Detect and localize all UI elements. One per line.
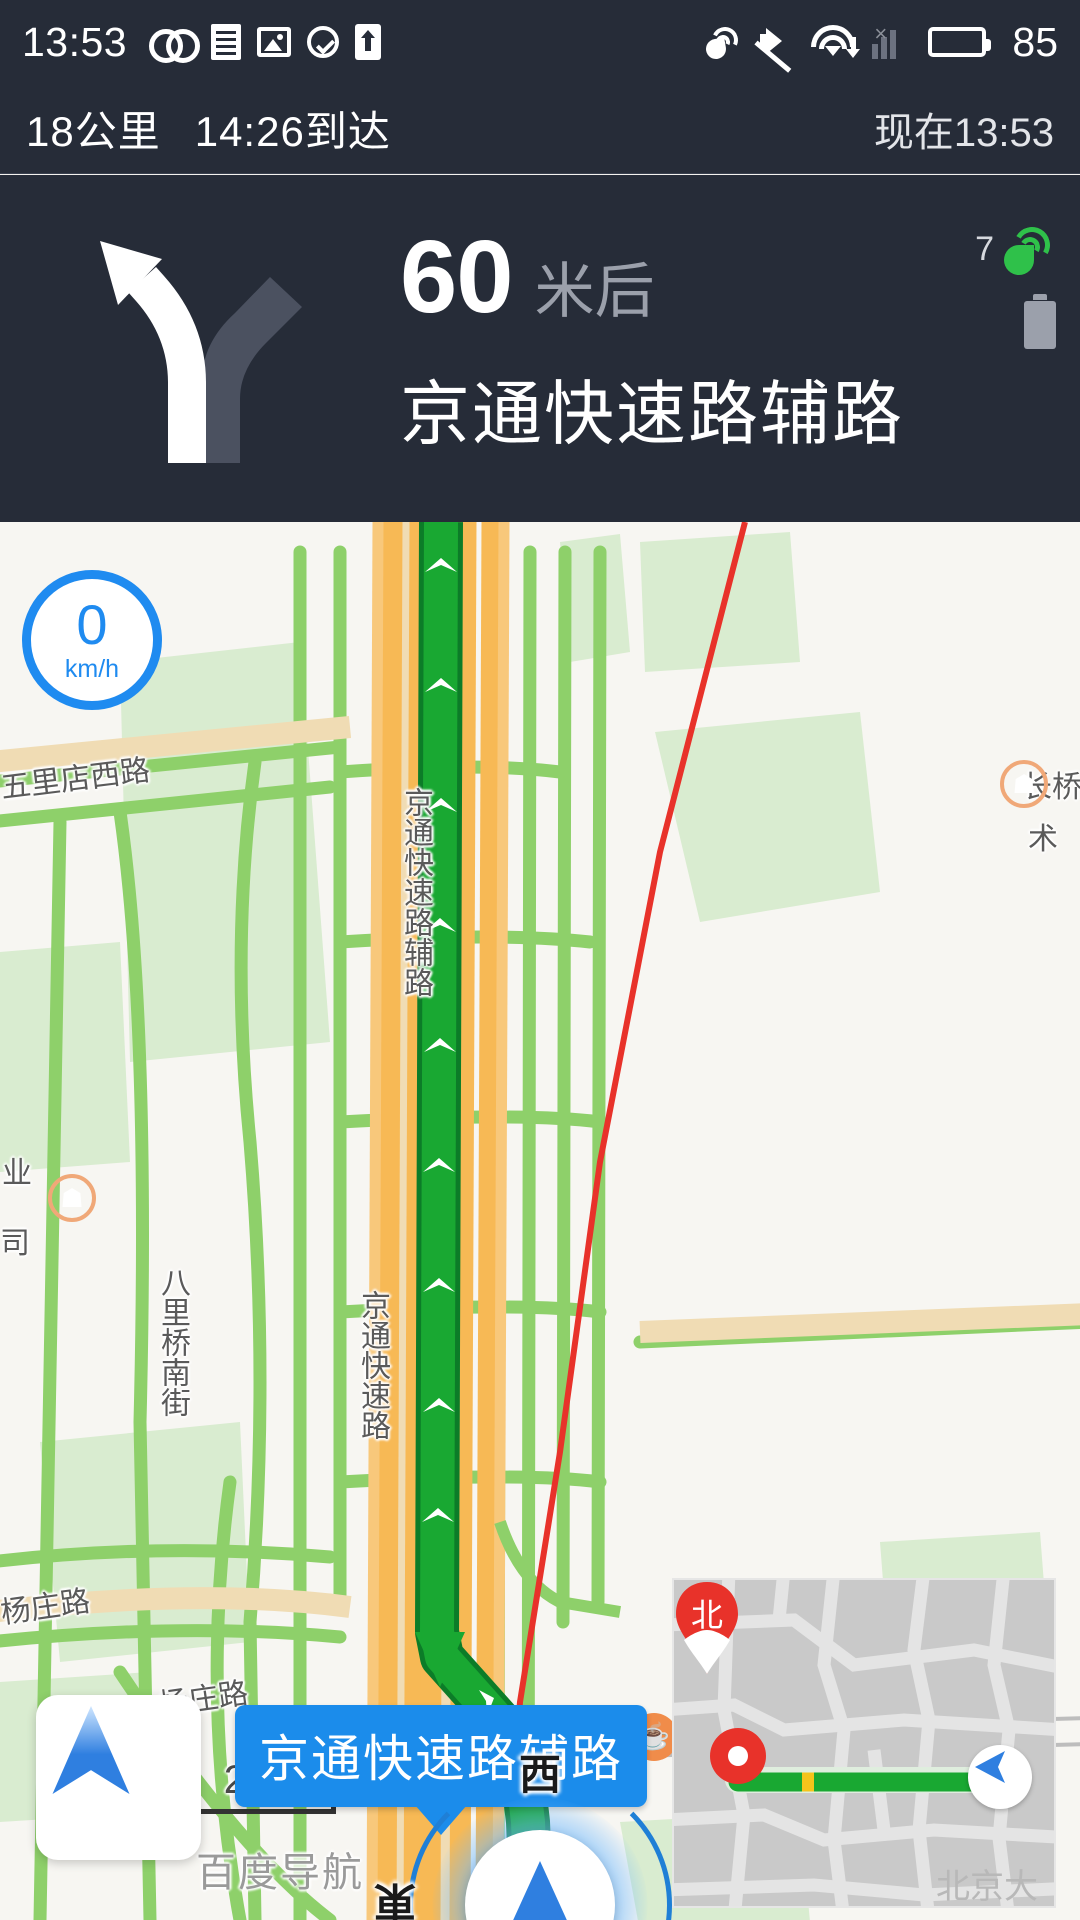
poi-circle-icon: ☗ — [48, 1174, 96, 1222]
map-label: 京通快速路辅路 — [399, 787, 432, 997]
eta-bar: 18公里 14:26到达 现在13:53 — [0, 84, 1080, 174]
map-canvas[interactable]: 五里店西路 京通快速路辅路 八里桥南街 京通快速路 杨庄路 杨庄路 业 司 长桥… — [0, 522, 1080, 1920]
maneuver-distance: 60 米后 — [400, 225, 904, 328]
map-label: 业 — [2, 1157, 32, 1190]
map-label: 司 — [0, 1227, 30, 1260]
distance-value: 60 — [400, 219, 514, 334]
compass-label-top: 西 — [518, 1751, 562, 1798]
remaining-distance-label: 18公里 — [26, 108, 161, 155]
poi-circle-icon: ☗ — [1000, 760, 1048, 808]
destination-marker — [710, 1728, 766, 1784]
recenter-button[interactable] — [36, 1695, 201, 1860]
north-compass-icon: 北 — [676, 1582, 738, 1674]
upload-icon — [355, 24, 382, 60]
next-road-name: 京通快速路辅路 — [400, 375, 904, 453]
satellite-signal-icon — [1004, 222, 1056, 275]
check-circle-icon — [307, 26, 340, 58]
device-battery-indicator — [936, 294, 1056, 349]
speed-indicator: 0 km/h — [22, 570, 162, 710]
maneuver-text: 60 米后 京通快速路辅路 — [400, 225, 904, 459]
speed-unit: km/h — [64, 654, 120, 683]
minimap-watermark: 北京大 — [936, 1868, 1038, 1906]
navigation-screen: 13:53 × 85 18公里 14:26到达 现在13:53 60 米后 京通… — [0, 0, 1080, 1920]
wifi-icon — [810, 25, 861, 59]
distance-unit: 米后 — [534, 258, 655, 325]
speed-value: 0 — [76, 592, 108, 656]
minimap-vehicle-marker — [968, 1745, 1032, 1809]
map-label: 京通快速路 — [356, 1290, 389, 1440]
arrival-time-label: 14:26到达 — [194, 108, 391, 155]
satellite-status[interactable]: 7 — [936, 222, 1056, 275]
satellite-count-label: 7 — [975, 229, 994, 268]
compass-label-left: 東 — [374, 1878, 417, 1920]
status-bar-notification-icons — [149, 24, 382, 63]
status-bar-system-icons: × 85 — [704, 18, 1058, 73]
route-overview-minimap[interactable]: 北 北京大 — [672, 1578, 1056, 1908]
gps-cast-icon — [704, 23, 743, 61]
svg-text:北: 北 — [691, 1597, 723, 1633]
bear-left-fork-icon — [100, 241, 302, 463]
navigation-arrow-icon — [52, 1706, 130, 1794]
map-label: 术 — [1028, 823, 1058, 856]
heading-arrow-icon — [513, 1861, 567, 1920]
poi-marker[interactable]: ☗ — [48, 1174, 96, 1222]
current-time-label: 现在13:53 — [873, 110, 1054, 155]
poi-marker[interactable]: ☗ — [1000, 760, 1048, 808]
status-bar-clock: 13:53 — [22, 18, 128, 65]
vehicle-position-marker: 西 北 東 — [374, 1745, 700, 1920]
document-icon — [211, 24, 242, 60]
infinity-icon — [149, 27, 201, 63]
minimap-heading-icon — [975, 1751, 1005, 1783]
navigation-banner: 60 米后 京通快速路辅路 7 — [0, 175, 1080, 522]
brand-label: 百度导航 — [196, 1851, 364, 1895]
signal-icon: × — [872, 23, 912, 59]
map-label: 八里桥南街 — [156, 1267, 189, 1417]
picture-icon — [257, 27, 292, 57]
battery-percent-label: 85 — [1012, 18, 1058, 65]
battery-icon — [928, 27, 992, 57]
nav-status-indicators: 7 — [936, 222, 1056, 349]
mute-icon — [754, 26, 794, 73]
scale-line — [196, 1798, 336, 1814]
status-bar: 13:53 × 85 — [0, 0, 1080, 84]
